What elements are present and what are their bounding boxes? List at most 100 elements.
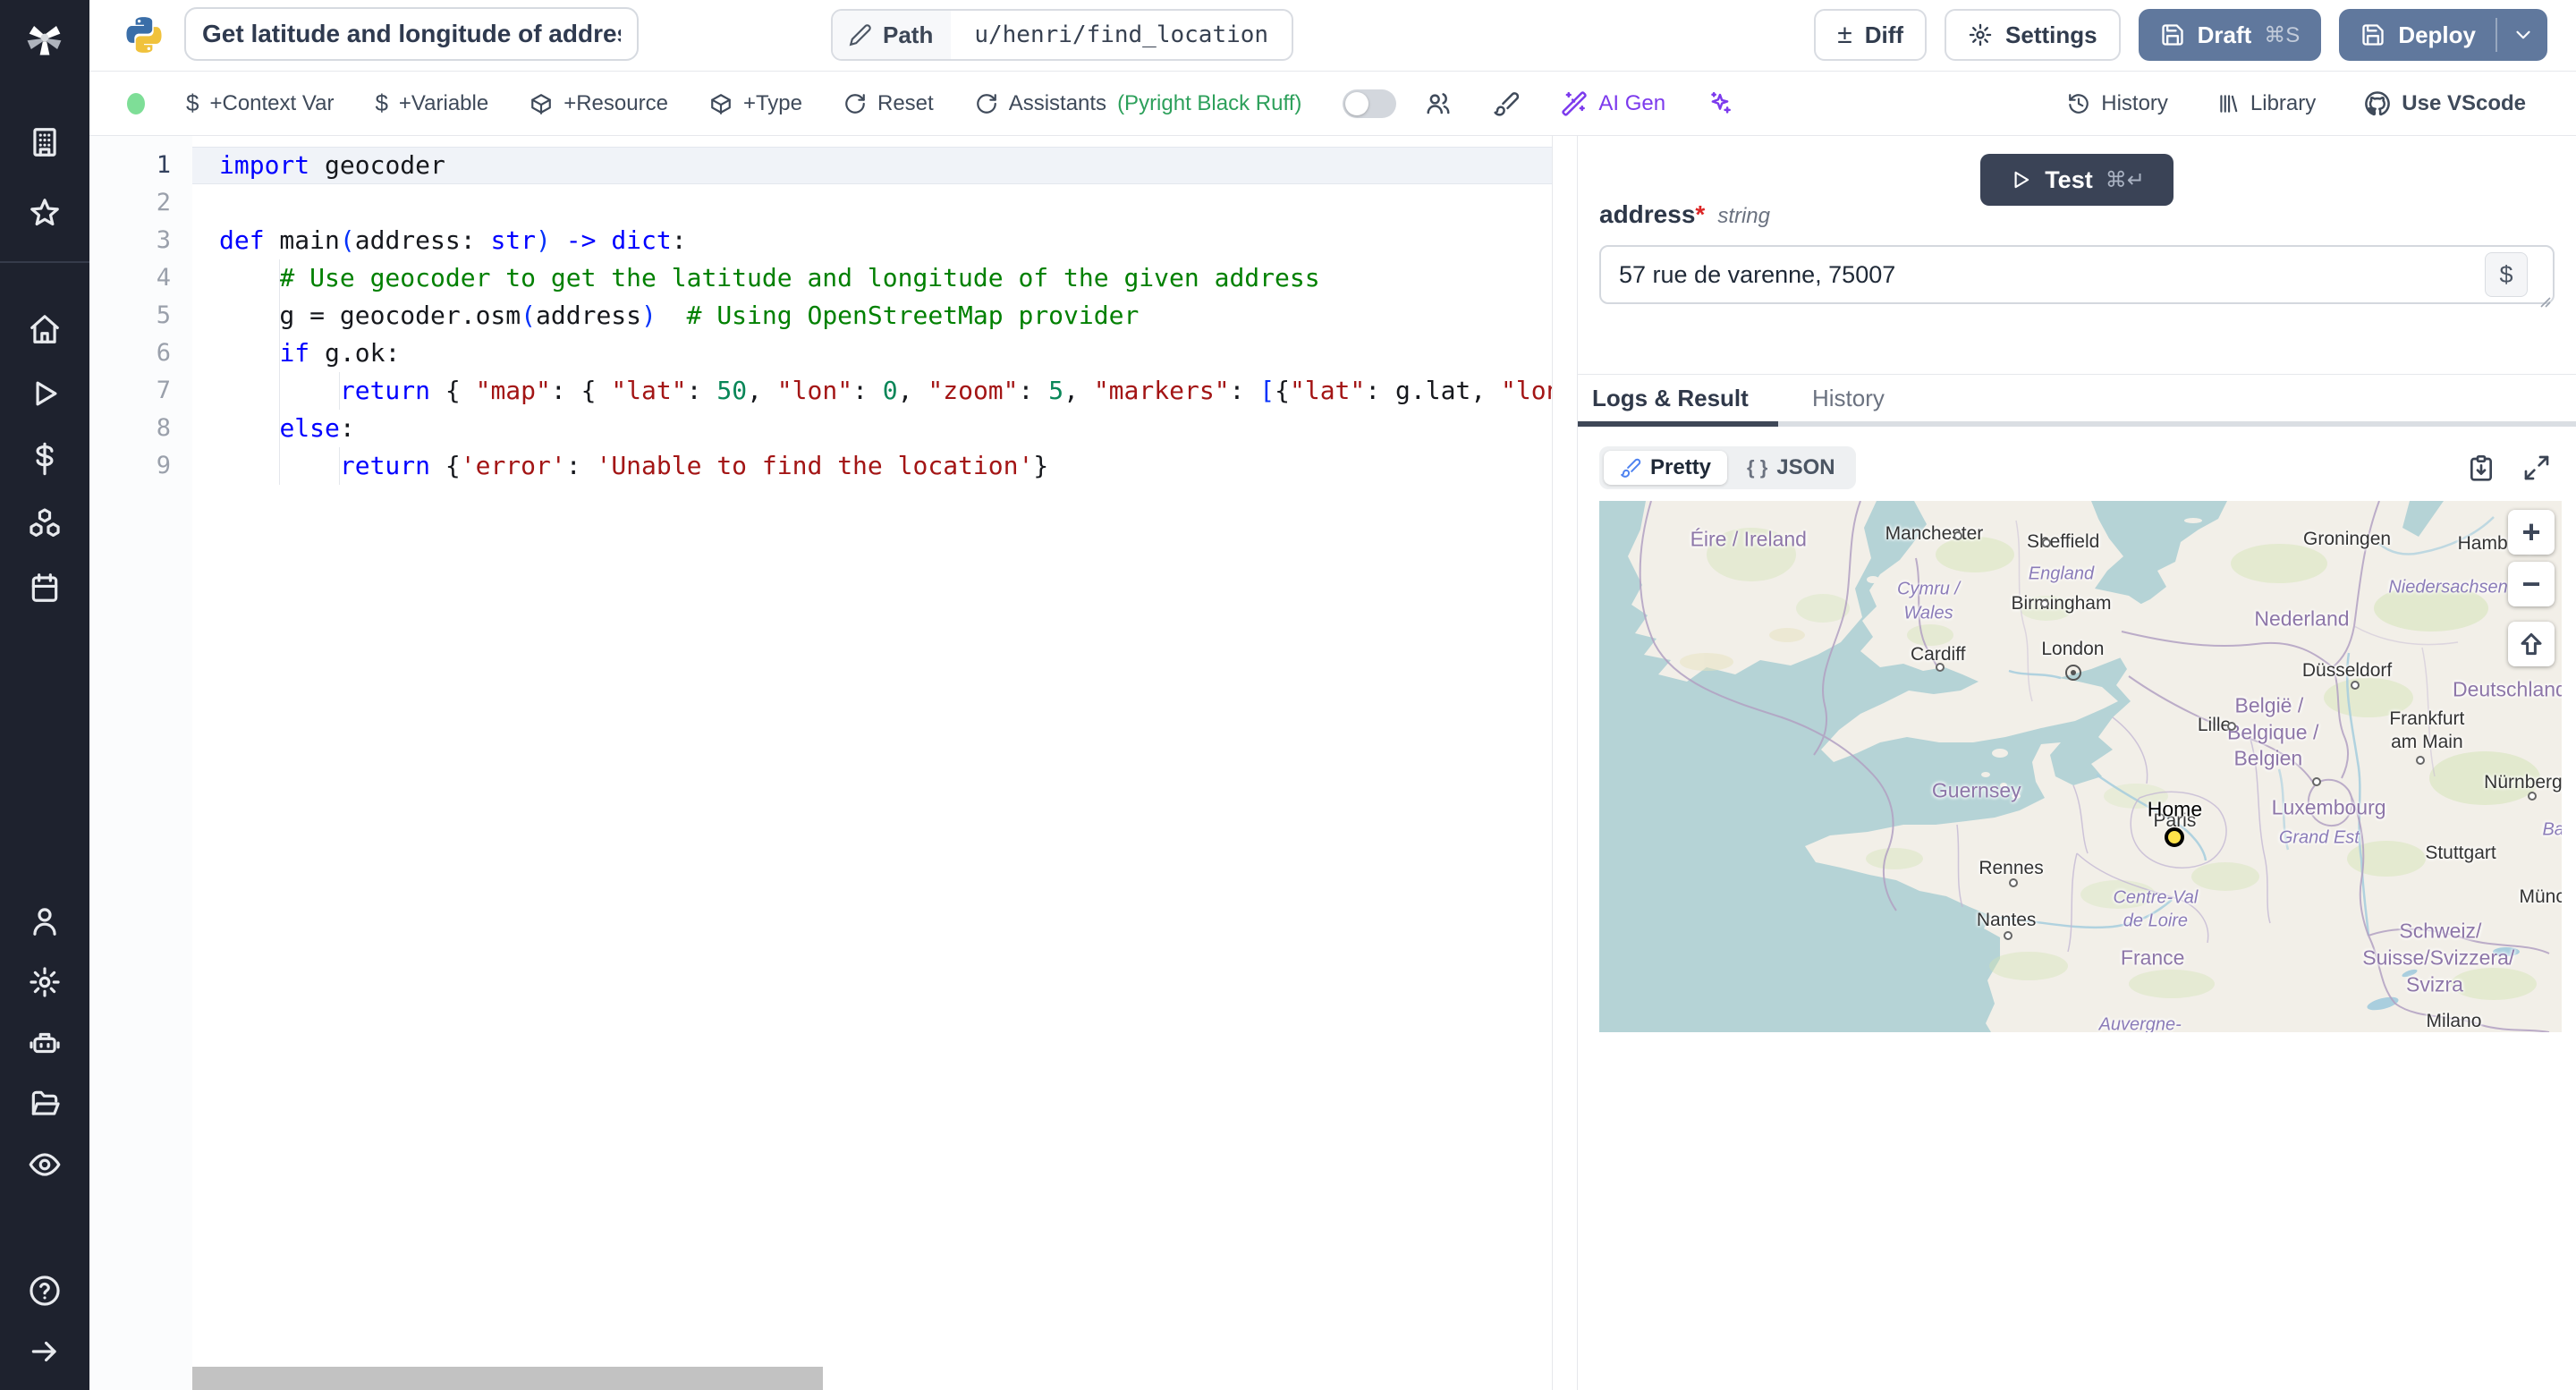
sparkles-icon: [1711, 91, 1731, 114]
code-area[interactable]: import geocoder def main(address: str) ->…: [89, 136, 1552, 1390]
copy-result-icon[interactable]: [2467, 453, 2496, 482]
ai-sparkles-icon[interactable]: [1707, 90, 1733, 117]
test-button[interactable]: Test ⌘↵: [1980, 154, 2174, 206]
sidebar-divider: [0, 261, 89, 263]
city-dot: [2350, 680, 2360, 690]
insert-variable-button[interactable]: $: [2485, 252, 2528, 297]
code-line[interactable]: import geocoder: [219, 147, 1552, 184]
tab-logs-result[interactable]: Logs & Result: [1592, 375, 1749, 421]
expand-result-icon[interactable]: [2522, 453, 2551, 482]
code-line[interactable]: [219, 184, 1552, 222]
locate-up-icon: [2521, 632, 2542, 656]
code-line[interactable]: g = geocoder.osm(address) # Using OpenSt…: [219, 297, 1552, 335]
pretty-view-button[interactable]: Pretty: [1604, 451, 1728, 485]
folders-icon[interactable]: [28, 1087, 62, 1121]
history-button[interactable]: History: [2067, 91, 2168, 116]
chevron-down-icon: [2516, 30, 2530, 39]
diff-button[interactable]: ± Diff: [1814, 9, 1928, 61]
library-button[interactable]: Library: [2216, 91, 2316, 116]
package-icon: [711, 93, 731, 114]
resources-cubes-icon[interactable]: [28, 506, 62, 540]
map-locate-home-button[interactable]: [2508, 622, 2555, 666]
assistants-button[interactable]: Assistants (Pyright Black Ruff): [975, 91, 1301, 116]
view-toggle: Pretty { } JSON: [1599, 446, 1856, 489]
json-view-button[interactable]: { } JSON: [1731, 451, 1852, 485]
variables-dollar-icon[interactable]: [28, 442, 62, 476]
format-brush-icon[interactable]: [1493, 90, 1520, 117]
resize-handle[interactable]: [2537, 293, 2551, 308]
city-dot: [2415, 755, 2425, 765]
history-icon: [2069, 93, 2089, 114]
map-zoom-in-button[interactable]: +: [2508, 510, 2555, 555]
reset-icon: [845, 93, 865, 114]
users-icon: [1427, 92, 1450, 114]
add-variable-button[interactable]: $ +Variable: [375, 89, 488, 117]
status-dot: [127, 92, 145, 114]
add-resource-button[interactable]: +Resource: [530, 91, 668, 116]
panel-splitter[interactable]: [1552, 136, 1578, 1390]
multiplayer-users-icon[interactable]: [1425, 90, 1452, 117]
arg-name: address: [1599, 200, 1696, 228]
home-icon[interactable]: [28, 312, 62, 346]
home-marker[interactable]: [2165, 827, 2185, 847]
windmill-logo-icon[interactable]: [21, 14, 68, 61]
workspace-icon[interactable]: [28, 125, 62, 159]
indent-guide: [339, 372, 340, 410]
editor-toolbar: $ +Context Var $ +Variable +Resource +Ty…: [89, 72, 2576, 136]
vscode-icon: [2365, 90, 2391, 115]
windmill-script-editor: Path u/henri/find_location ± Diff Settin…: [0, 0, 2576, 1390]
code-line[interactable]: return {'error': 'Unable to find the loc…: [219, 447, 1552, 485]
address-input[interactable]: [1599, 245, 2555, 304]
reset-button[interactable]: Reset: [843, 91, 934, 116]
tab-history[interactable]: History: [1812, 375, 1885, 421]
city-dot: [2311, 776, 2321, 786]
collapse-arrow-right-icon[interactable]: [28, 1335, 62, 1369]
deploy-button[interactable]: Deploy: [2339, 9, 2547, 61]
play-icon: [2014, 171, 2029, 189]
city-dot: [1935, 662, 1945, 672]
audit-eye-icon[interactable]: [28, 1148, 62, 1182]
arg-type: string: [1717, 204, 1770, 228]
reset-icon: [976, 93, 996, 114]
workers-robot-icon[interactable]: [28, 1026, 62, 1060]
favorites-star-icon[interactable]: [28, 196, 62, 230]
runs-play-icon[interactable]: [28, 377, 62, 411]
draft-button[interactable]: Draft ⌘S: [2138, 9, 2322, 61]
settings-button[interactable]: Settings: [1945, 9, 2121, 61]
help-icon[interactable]: [28, 1274, 62, 1308]
ai-gen-button[interactable]: AI Gen: [1561, 90, 1665, 117]
pencil-icon: [849, 24, 871, 47]
city-dot: [2527, 792, 2537, 801]
code-editor[interactable]: 123456789 import geocoder def main(addres…: [89, 136, 1552, 1390]
use-vscode-button[interactable]: Use VScode: [2364, 90, 2526, 117]
add-context-var-button[interactable]: $ +Context Var: [186, 89, 334, 117]
schedules-calendar-icon[interactable]: [28, 571, 62, 605]
path-value: u/henri/find_location: [974, 21, 1269, 48]
gear-icon: [1969, 23, 1992, 47]
python-icon: [123, 14, 165, 55]
script-title-input[interactable]: [184, 7, 639, 61]
map-zoom-out-button[interactable]: −: [2508, 562, 2555, 606]
code-line[interactable]: if g.ok:: [219, 335, 1552, 372]
multiplayer-toggle[interactable]: [1343, 89, 1397, 118]
braces-icon: { }: [1747, 456, 1768, 479]
library-icon: [2220, 94, 2238, 113]
path-label: Path: [833, 11, 952, 59]
save-icon: [2362, 24, 2384, 46]
result-map[interactable]: Éire / Ireland Manchester Sheffield England…: [1599, 501, 2562, 1032]
dollar-icon: $: [186, 89, 199, 116]
script-path[interactable]: Path u/henri/find_location: [831, 9, 1294, 61]
code-line[interactable]: def main(address: str) -> dict:: [219, 222, 1552, 259]
code-line[interactable]: # Use geocoder to get the latitude and l…: [219, 259, 1552, 297]
top-header: Path u/henri/find_location ± Diff Settin…: [89, 0, 2576, 72]
add-type-button[interactable]: +Type: [709, 91, 802, 116]
diff-icon: ±: [1837, 20, 1852, 49]
code-line[interactable]: return { "map": { "lat": 50, "lon": 0, "…: [219, 372, 1552, 410]
editor-horizontal-scrollbar[interactable]: [192, 1367, 823, 1390]
settings-gear-icon[interactable]: [28, 965, 62, 999]
users-person-icon[interactable]: [28, 904, 62, 938]
code-line[interactable]: else:: [219, 410, 1552, 447]
city-target-dot: [2065, 664, 2082, 681]
app-sidebar: [0, 0, 89, 1390]
city-dot: [2042, 538, 2052, 547]
